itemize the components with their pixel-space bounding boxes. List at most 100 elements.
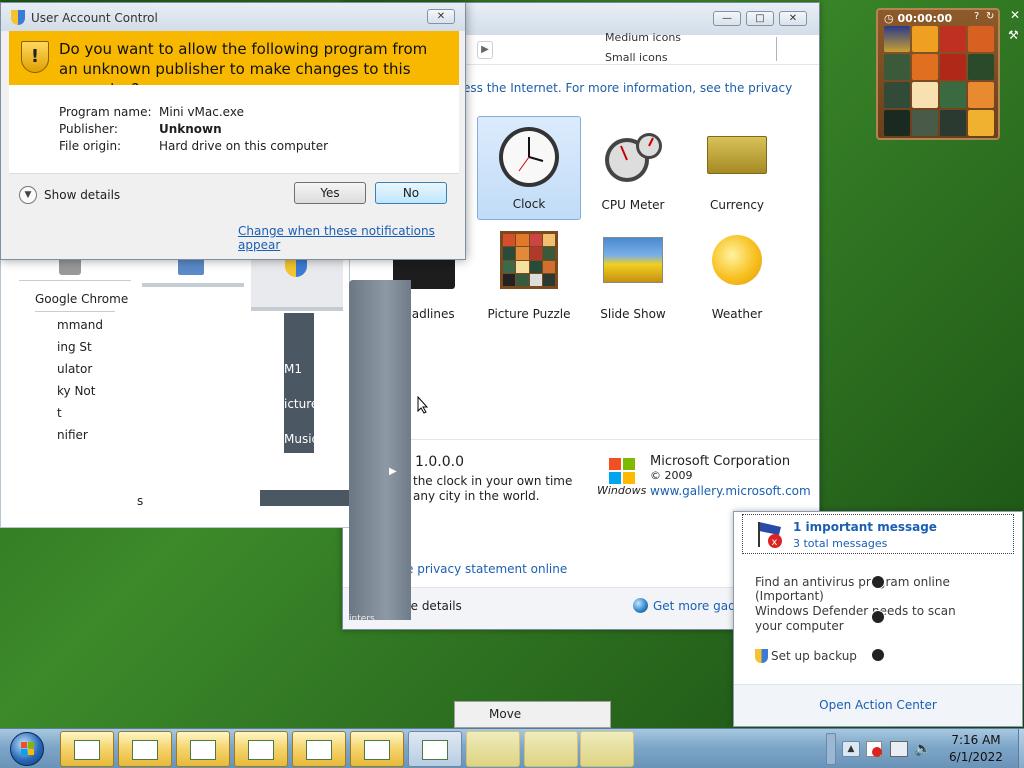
close-gadget-icon[interactable]: ✕ xyxy=(1010,8,1020,22)
app-window-icon xyxy=(364,740,390,760)
file-origin-label: File origin: xyxy=(59,139,122,153)
important-message-link[interactable]: 1 important message xyxy=(793,520,937,534)
gadget-label: CPU Meter xyxy=(601,198,665,212)
uac-dialog: User Account Control ✕ ! Do you want to … xyxy=(0,2,466,260)
no-button[interactable]: No xyxy=(375,182,447,204)
taskbar-clock[interactable]: 7:16 AM 6/1/2022 xyxy=(936,732,1016,766)
action-center-popup: x 1 important message 3 total messages F… xyxy=(733,511,1023,727)
taskbar-button[interactable] xyxy=(350,731,404,767)
show-details-toggle[interactable]: Show details xyxy=(44,188,120,202)
list-item[interactable]: nifier xyxy=(57,428,88,442)
dark-menu-column: M1 icture Music xyxy=(284,313,318,453)
help-icon[interactable]: ? xyxy=(974,11,979,22)
message-antivirus[interactable]: Find an antivirus program online (Import… xyxy=(755,575,1022,603)
gadget-label: Currency xyxy=(709,198,765,212)
list-item[interactable]: mmand xyxy=(57,318,103,332)
shuffle-icon[interactable]: ↻ xyxy=(986,11,994,22)
volume-icon[interactable]: 🔈 xyxy=(914,741,931,757)
tab-label-chrome[interactable]: Google Chrome xyxy=(35,292,128,306)
taskbar-button[interactable] xyxy=(176,731,230,767)
dark-bar xyxy=(260,490,350,506)
show-hidden-icons-chevron-icon[interactable]: ▲ xyxy=(842,741,860,757)
program-name-value: Mini vMac.exe xyxy=(159,105,244,119)
start-menu-panel: ▶ inters xyxy=(349,280,411,624)
publisher-label: Publisher: xyxy=(59,122,118,136)
yes-button[interactable]: Yes xyxy=(294,182,366,204)
program-name-label: Program name: xyxy=(59,105,152,119)
change-notifications-link[interactable]: Change when these notifications appear xyxy=(238,224,465,252)
gadget-cpu-meter[interactable]: CPU Meter xyxy=(581,116,685,220)
puzzle-grid[interactable] xyxy=(884,26,994,136)
slide-show-icon xyxy=(603,237,663,283)
uac-title: User Account Control xyxy=(31,11,158,25)
menu-item-move[interactable]: Move xyxy=(489,707,521,721)
dark-menu-item[interactable]: icture xyxy=(284,397,314,411)
uac-actions: ▼ Show details Yes No xyxy=(9,173,459,217)
taskbar-button[interactable] xyxy=(292,731,346,767)
wrench-icon[interactable]: ⚒ xyxy=(1008,28,1019,42)
uac-titlebar: User Account Control ✕ xyxy=(1,3,465,31)
submenu-arrow-icon[interactable]: ▶ xyxy=(389,466,397,477)
open-action-center-link[interactable]: Open Action Center xyxy=(819,698,937,712)
clock-date: 6/1/2022 xyxy=(949,750,1003,764)
network-icon[interactable] xyxy=(890,741,908,757)
taskbar-button[interactable] xyxy=(118,731,172,767)
tray-divider xyxy=(826,733,836,765)
gadget-description-line1: the clock in your own time xyxy=(413,474,573,488)
list-item[interactable]: ulator xyxy=(57,362,92,376)
view-option-medium[interactable]: Medium icons xyxy=(605,31,681,44)
message-defender-scan[interactable]: Windows Defender needs to scan your comp… xyxy=(755,604,985,634)
chevron-down-icon[interactable]: ▼ xyxy=(19,186,37,204)
gadget-picture-puzzle[interactable]: Picture Puzzle xyxy=(477,225,581,329)
action-center-flag-icon[interactable] xyxy=(866,741,882,757)
picture-puzzle-gadget[interactable]: ◷ 00:00:00 ? ↻ xyxy=(876,8,1000,140)
internet-info-text[interactable]: ess the Internet. For more information, … xyxy=(463,81,792,95)
minimize-button[interactable]: — xyxy=(713,11,741,26)
busy-cursor-icon xyxy=(871,575,885,589)
uac-details: Program name: Mini vMac.exe Publisher: U… xyxy=(9,85,459,173)
next-page-icon[interactable]: ▶ xyxy=(477,41,493,59)
taskbar-button[interactable] xyxy=(580,731,634,767)
app-window-icon xyxy=(248,740,274,760)
taskbar-button[interactable] xyxy=(466,731,520,767)
action-center-header[interactable]: x 1 important message 3 total messages xyxy=(742,514,1014,554)
action-center-footer: Open Action Center xyxy=(734,684,1022,726)
close-button[interactable]: ✕ xyxy=(779,11,807,26)
list-item[interactable]: ky Not xyxy=(57,384,95,398)
privacy-statement-link[interactable]: e privacy statement online xyxy=(406,562,567,576)
start-button[interactable] xyxy=(4,731,50,767)
maximize-button[interactable]: □ xyxy=(746,11,774,26)
start-panel-item[interactable]: inters xyxy=(349,614,375,624)
gadget-slide-show[interactable]: Slide Show xyxy=(581,225,685,329)
list-item[interactable]: t xyxy=(57,406,62,420)
tab-thumb-3[interactable] xyxy=(251,251,343,311)
taskbar-button[interactable] xyxy=(234,731,288,767)
show-desktop-button[interactable] xyxy=(1018,729,1024,768)
get-more-gadgets-link[interactable]: Get more gadg xyxy=(653,599,743,613)
dark-menu-item[interactable]: M1 xyxy=(284,362,302,376)
uac-close-button[interactable]: ✕ xyxy=(427,9,455,24)
view-option-small[interactable]: Small icons xyxy=(605,51,668,64)
puzzle-timer-value: 00:00:00 xyxy=(897,12,953,25)
gadget-clock[interactable]: Clock xyxy=(477,116,581,220)
context-menu: Move xyxy=(454,701,611,728)
background-window: Google Chrome mmand ing St ulator ky Not… xyxy=(0,250,350,528)
gadget-currency[interactable]: Currency xyxy=(685,116,789,220)
divider xyxy=(35,311,115,312)
gadget-version: 1.0.0.0 xyxy=(415,454,464,470)
list-item[interactable]: s xyxy=(137,494,143,508)
picture-puzzle-icon xyxy=(500,231,558,289)
gallery-site-link[interactable]: www.gallery.microsoft.com xyxy=(650,484,811,498)
list-item[interactable]: ing St xyxy=(57,340,92,354)
message-backup[interactable]: Set up backup xyxy=(771,649,857,663)
taskbar-button[interactable] xyxy=(524,731,578,767)
clock-time: 7:16 AM xyxy=(951,733,1001,747)
taskbar-button[interactable] xyxy=(408,731,462,767)
hide-details-toggle[interactable]: de details xyxy=(403,599,462,613)
app-window-icon xyxy=(74,740,100,760)
uac-shield-icon xyxy=(11,10,25,25)
total-messages-link[interactable]: 3 total messages xyxy=(793,537,887,550)
dark-menu-item[interactable]: Music xyxy=(284,432,318,446)
taskbar-button[interactable] xyxy=(60,731,114,767)
gadget-weather[interactable]: Weather xyxy=(685,225,789,329)
